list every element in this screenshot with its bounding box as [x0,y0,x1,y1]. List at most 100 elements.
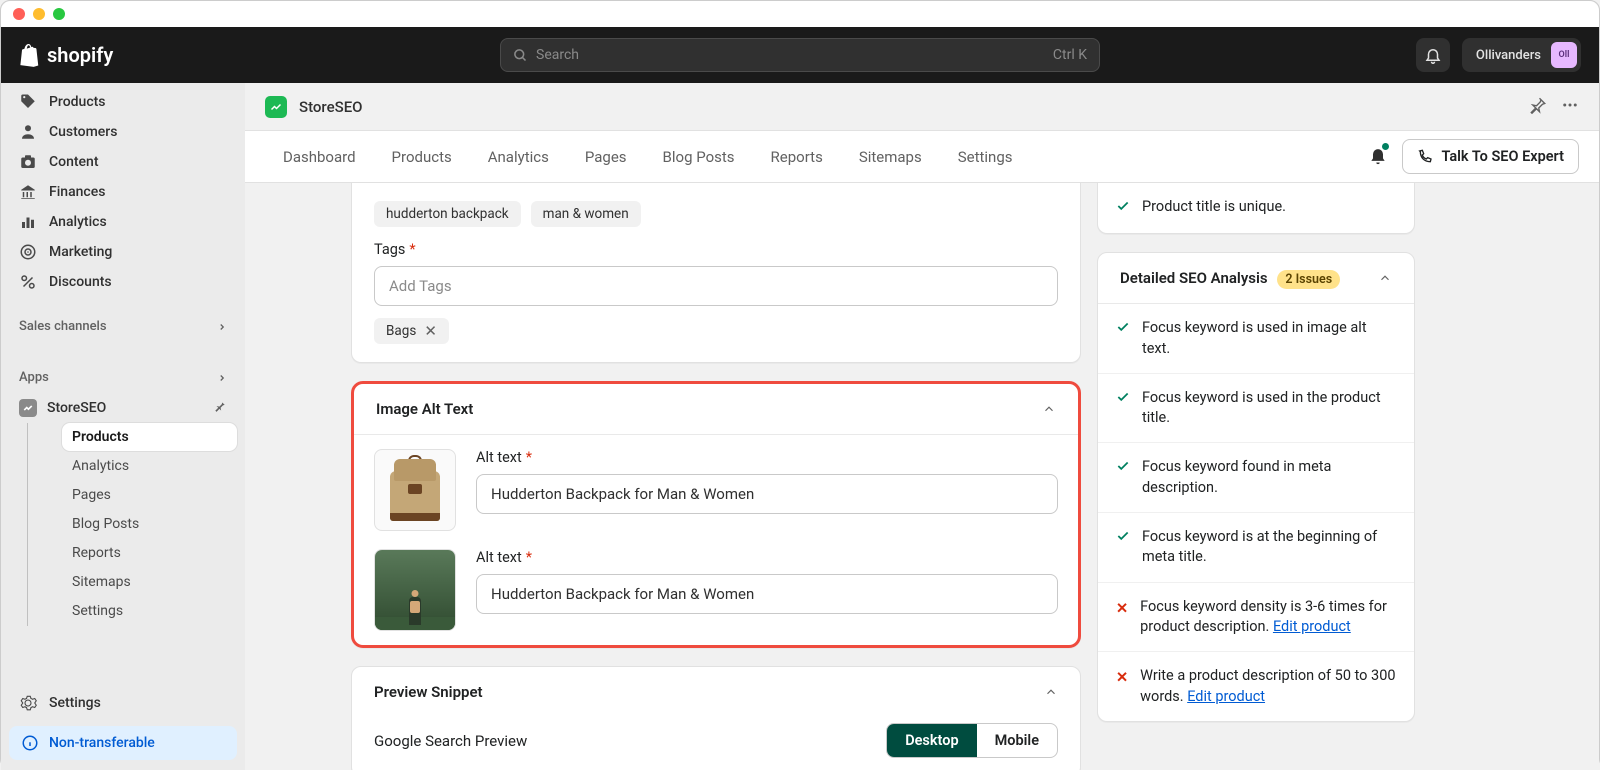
collapse-button[interactable] [1042,402,1056,416]
brand-text: shopify [47,43,113,67]
nav-products[interactable]: Products [9,87,237,117]
mac-max-dot[interactable] [53,8,65,20]
search-wrap: Search Ctrl K [500,38,1100,72]
center-column: hudderton backpack man & women Tags* Bag… [351,183,1081,770]
seo-text: Focus keyword density is 3-6 times for p… [1140,597,1396,638]
shopify-logo[interactable]: shopify [19,43,113,67]
section-sales-channels[interactable]: Sales channels [9,311,237,342]
seo-text: Focus keyword is used in the product tit… [1142,388,1396,429]
chevron-up-icon [1378,271,1392,285]
keywords-tags-card: hudderton backpack man & women Tags* Bag… [351,183,1081,363]
more-menu-button[interactable] [1561,96,1579,118]
seo-text: Product title is unique. [1142,197,1286,217]
nav-analytics[interactable]: Analytics [9,207,237,237]
app-badge-icon [265,96,287,118]
nav-label: Content [49,154,99,170]
alt-text-input[interactable] [476,474,1058,514]
subnav-sitemaps[interactable]: Sitemaps [62,568,237,596]
nav-marketing[interactable]: Marketing [9,237,237,267]
tab-blog[interactable]: Blog Posts [645,131,753,182]
mac-min-dot[interactable] [33,8,45,20]
tab-sitemaps[interactable]: Sitemaps [841,131,940,182]
nav-label: Analytics [49,214,107,230]
remove-chip-icon[interactable]: ✕ [424,324,437,339]
chevron-up-icon [1042,402,1056,416]
product-image-thumb[interactable] [374,449,456,531]
info-icon [21,734,39,752]
card-header[interactable]: Image Alt Text [354,384,1078,435]
user-menu[interactable]: Ollivanders Oll [1462,38,1581,72]
header-right: Ollivanders Oll [1416,38,1581,72]
phone-icon [1417,149,1433,165]
check-icon [1116,529,1130,549]
cross-icon: ✕ [1116,668,1128,688]
tags-input[interactable] [374,266,1058,306]
pin-app-button[interactable] [1529,96,1547,118]
collapse-button[interactable] [1378,271,1392,285]
toggle-desktop[interactable]: Desktop [887,724,976,757]
edit-product-link[interactable]: Edit product [1187,688,1265,705]
left-sidebar: Products Customers Content Finances Anal… [1,83,245,770]
nav-label: Settings [49,695,101,711]
subnav-products[interactable]: Products [62,423,237,451]
right-column: Product title is unique. Detailed SEO An… [1097,183,1415,770]
shopify-bag-icon [19,43,41,67]
preview-snippet-card: Preview Snippet Google Search Preview De… [351,666,1081,770]
tag-chip[interactable]: Bags ✕ [374,318,449,344]
keyword-chip[interactable]: hudderton backpack [374,201,521,227]
card-title: Preview Snippet [374,683,483,701]
tags-label: Tags* [374,241,1058,258]
device-toggle: Desktop Mobile [886,723,1058,758]
tab-pages[interactable]: Pages [567,131,645,182]
keyword-chip[interactable]: man & women [531,201,641,227]
percent-icon [19,273,37,291]
card-header[interactable]: Detailed SEO Analysis 2 Issues [1098,253,1414,304]
subnav-reports[interactable]: Reports [62,539,237,567]
talk-to-expert-button[interactable]: Talk To SEO Expert [1402,139,1579,174]
tab-dashboard[interactable]: Dashboard [265,131,374,182]
card-title: Detailed SEO Analysis 2 Issues [1120,269,1340,287]
app-notifications-button[interactable] [1368,144,1388,170]
product-image-thumb[interactable] [374,549,456,631]
nav-settings[interactable]: Settings [9,688,237,718]
tab-settings[interactable]: Settings [940,131,1031,182]
chevron-up-icon [1044,685,1058,699]
check-icon [1116,199,1130,219]
tab-reports[interactable]: Reports [753,131,841,182]
nav-discounts[interactable]: Discounts [9,267,237,297]
app-icon [19,399,37,417]
tab-analytics[interactable]: Analytics [470,131,567,182]
subnav-pages[interactable]: Pages [62,481,237,509]
nav-label: Products [49,94,106,110]
card-header[interactable]: Preview Snippet [352,667,1080,717]
section-apps[interactable]: Apps [9,362,237,393]
notification-dot [1381,142,1390,151]
nav-content[interactable]: Content [9,147,237,177]
detailed-seo-card: Detailed SEO Analysis 2 Issues Focus key… [1097,252,1415,722]
search-input[interactable]: Search Ctrl K [500,38,1100,72]
subnav-blog[interactable]: Blog Posts [62,510,237,538]
bell-icon [1424,46,1442,64]
mac-close-dot[interactable] [13,8,25,20]
check-icon [1116,320,1130,340]
pin-button[interactable] [213,399,227,417]
main-area: StoreSEO Dashboard Products Analytics Pa… [245,83,1599,770]
nav-finances[interactable]: Finances [9,177,237,207]
nav-customers[interactable]: Customers [9,117,237,147]
gear-icon [19,694,37,712]
chevron-right-icon [217,373,227,383]
alt-row: Alt text * [354,435,1078,545]
app-storeseo[interactable]: StoreSEO [9,393,237,423]
app-title-row: StoreSEO [245,83,1599,131]
alt-text-input[interactable] [476,574,1058,614]
tab-products[interactable]: Products [374,131,470,182]
subnav-settings[interactable]: Settings [62,597,237,625]
subnav-analytics[interactable]: Analytics [62,452,237,480]
keyword-chips: hudderton backpack man & women [374,201,1058,227]
edit-product-link[interactable]: Edit product [1273,618,1351,635]
seo-item: Focus keyword is used in image alt text. [1098,304,1414,374]
collapse-button[interactable] [1044,685,1058,699]
seo-item: ✕ Write a product description of 50 to 3… [1098,652,1414,721]
toggle-mobile[interactable]: Mobile [977,724,1057,757]
notifications-button[interactable] [1416,38,1450,72]
